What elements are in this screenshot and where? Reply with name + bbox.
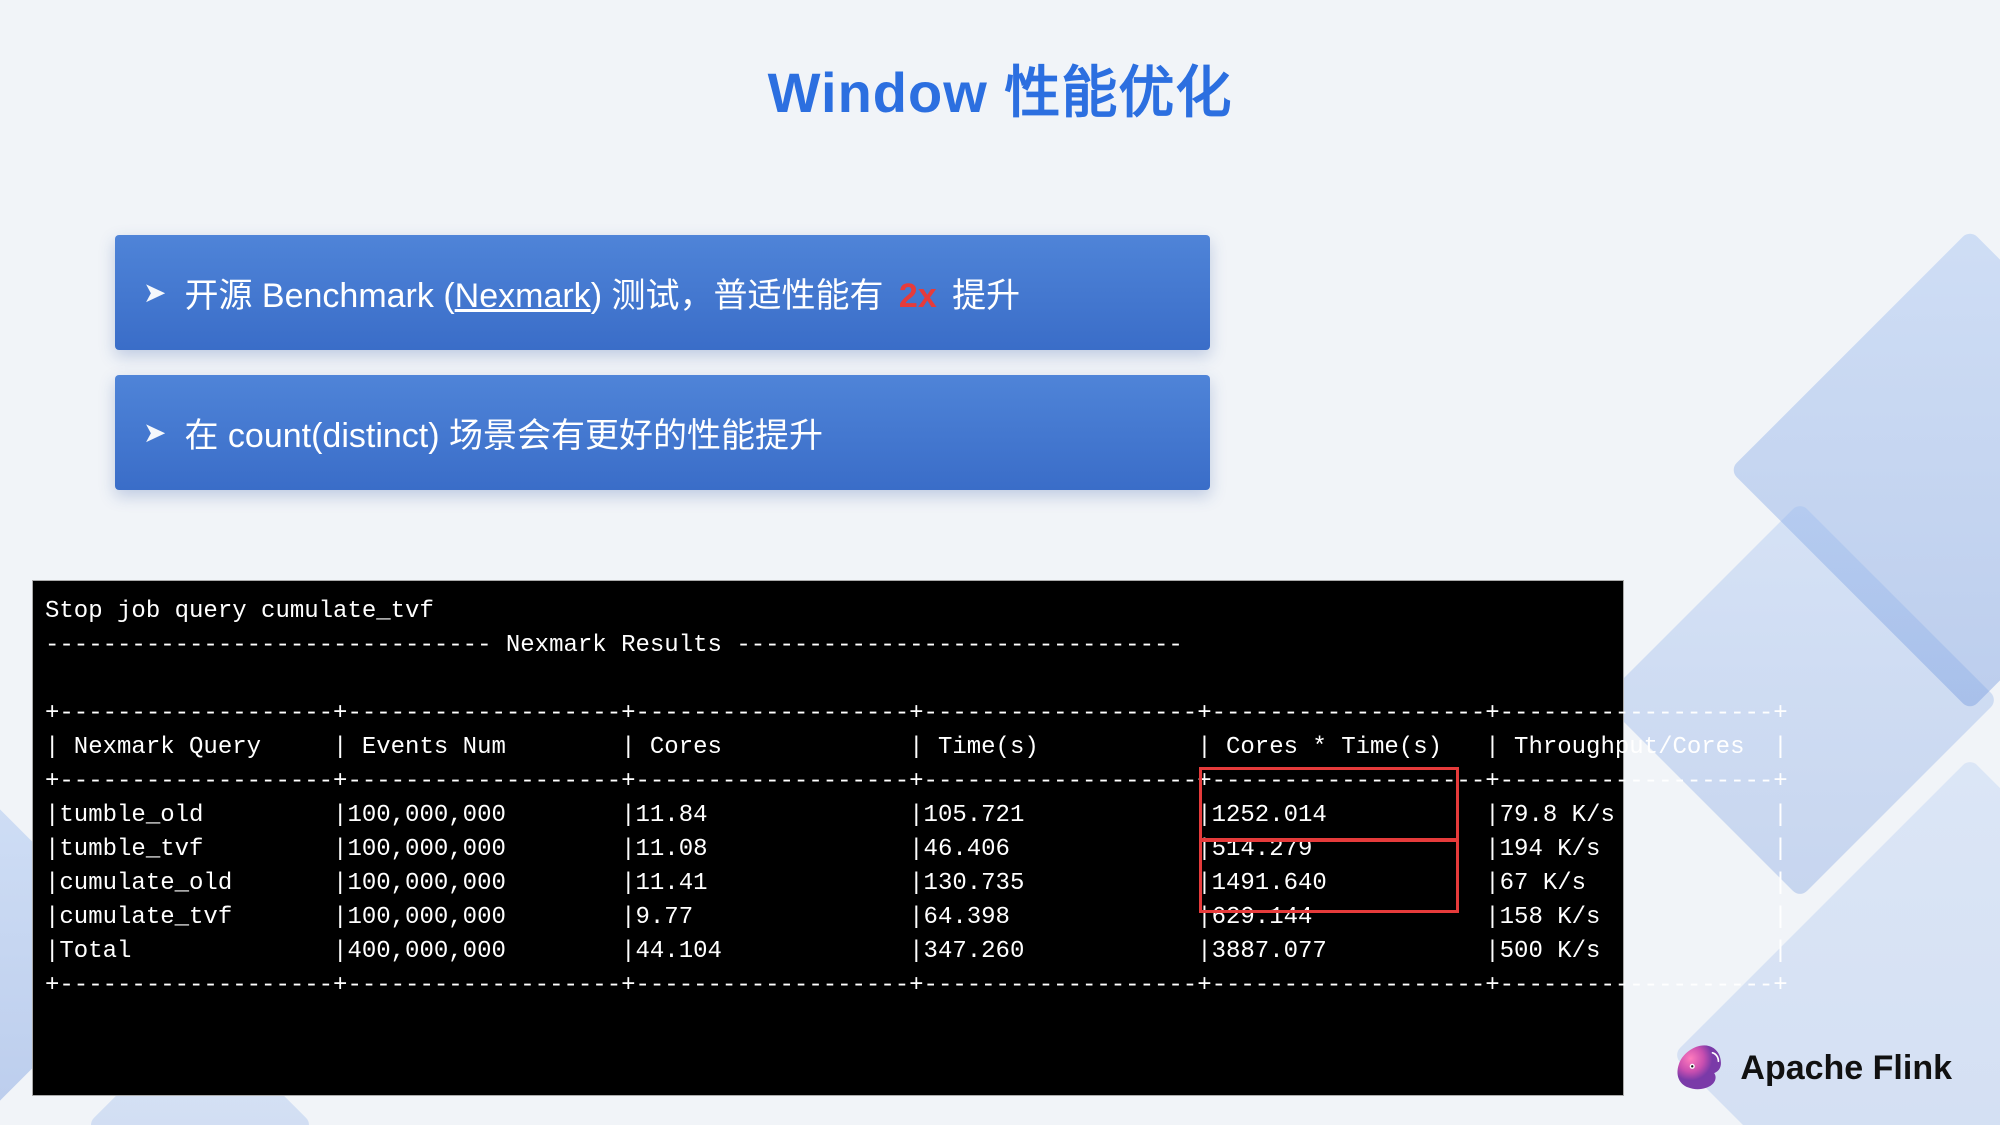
callout-text-pre: 开源 Benchmark (	[184, 277, 454, 315]
term-ruler: +-------------------+-------------------…	[45, 700, 1788, 727]
callout-text-post: 提升	[943, 277, 1020, 315]
callout-distinct: ➤ 在 count(distinct) 场景会有更好的性能提升	[115, 375, 1210, 490]
callout-text: 在 count(distinct) 场景会有更好的性能提升	[184, 408, 823, 457]
highlight-box-tumble	[1199, 767, 1459, 841]
callout-text: 开源 Benchmark (Nexmark) 测试，普适性能有 2x 提升	[184, 268, 1020, 317]
logo-text: Apache Flink	[1740, 1049, 1952, 1088]
table-row: |Total |400,000,000 |44.104 |347.260 |38…	[45, 938, 1788, 965]
highlight-box-cumulate	[1199, 839, 1459, 913]
bullet-arrow-icon: ➤	[143, 276, 166, 309]
callout-benchmark: ➤ 开源 Benchmark (Nexmark) 测试，普适性能有 2x 提升	[115, 235, 1210, 350]
term-stop-line: Stop job query cumulate_tvf	[45, 598, 434, 625]
slide-title: Window 性能优化	[0, 48, 2000, 129]
table-row: |tumble_old |100,000,000 |11.84 |105.721…	[45, 802, 1788, 829]
term-header: | Nexmark Query | Events Num | Cores | T…	[45, 734, 1788, 761]
table-row: |tumble_tvf |100,000,000 |11.08 |46.406 …	[45, 836, 1788, 863]
term-ruler: +-------------------+-------------------…	[45, 972, 1788, 999]
callout-highlight-2x: 2x	[899, 277, 937, 315]
callout-text-mid: ) 测试，普适性能有	[591, 277, 893, 315]
terminal-output: Stop job query cumulate_tvf ------------…	[32, 580, 1624, 1096]
flink-squirrel-icon	[1672, 1041, 1726, 1095]
table-row: |cumulate_old |100,000,000 |11.41 |130.7…	[45, 870, 1788, 897]
term-banner: ------------------------------- Nexmark …	[45, 632, 1183, 659]
table-row: |cumulate_tvf |100,000,000 |9.77 |64.398…	[45, 904, 1788, 931]
bullet-arrow-icon: ➤	[143, 416, 166, 449]
apache-flink-logo: Apache Flink	[1672, 1041, 1952, 1095]
nexmark-link[interactable]: Nexmark	[455, 277, 591, 315]
term-ruler: +-------------------+-------------------…	[45, 768, 1788, 795]
